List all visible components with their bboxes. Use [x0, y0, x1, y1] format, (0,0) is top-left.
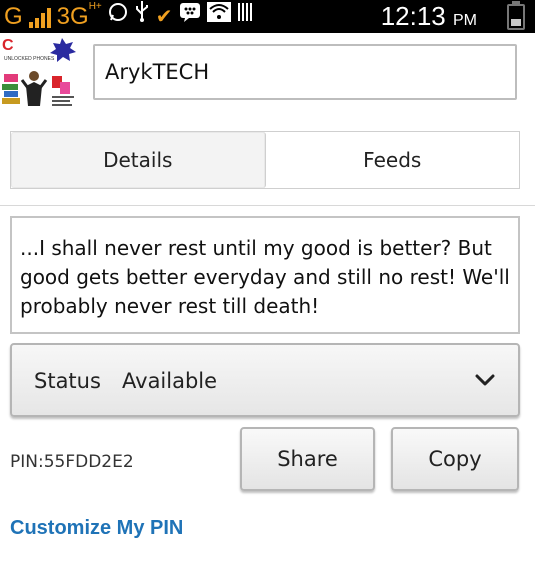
- avatar-image: C UNLOCKED PHONES: [0, 36, 80, 112]
- signal-strength-icon: [28, 6, 51, 28]
- status-label: Status: [34, 369, 101, 393]
- copy-button[interactable]: Copy: [391, 427, 519, 491]
- clock: 12:13 PM: [380, 1, 477, 31]
- status-value: Available: [122, 369, 218, 393]
- status-bar-left: G 3GH+ ✔: [4, 0, 255, 33]
- display-name-field[interactable]: [93, 44, 517, 100]
- data-type: 3GH+: [56, 1, 102, 30]
- personal-message-field[interactable]: ...I shall never rest until my good is b…: [10, 216, 520, 334]
- chevron-down-icon: [475, 374, 495, 386]
- pin-text: PIN:55FDD2E2: [10, 452, 134, 472]
- tab-details[interactable]: Details: [11, 132, 266, 188]
- barcode-icon: [237, 0, 255, 33]
- battery-icon: [507, 1, 525, 30]
- divider: [0, 205, 535, 206]
- status-dropdown[interactable]: Status Available: [10, 343, 520, 417]
- wifi-icon: [206, 0, 231, 33]
- customize-pin-link[interactable]: Customize My PIN: [10, 517, 183, 540]
- checkmark-icon: ✔: [155, 4, 173, 28]
- tab-bar: Details Feeds: [10, 131, 520, 189]
- display-name-input[interactable]: [95, 46, 515, 98]
- avatar[interactable]: C UNLOCKED PHONES: [0, 36, 80, 112]
- tab-feeds[interactable]: Feeds: [266, 132, 520, 188]
- status-bar: G 3GH+ ✔ 12:13 PM: [0, 0, 535, 33]
- svg-text:C: C: [2, 37, 14, 54]
- usb-icon: [134, 0, 150, 33]
- whatsapp-icon: [108, 0, 128, 33]
- bbm-icon: [179, 0, 201, 33]
- share-button[interactable]: Share: [240, 427, 375, 491]
- network-type: G: [4, 3, 23, 30]
- avatar-caption: UNLOCKED PHONES: [4, 56, 55, 62]
